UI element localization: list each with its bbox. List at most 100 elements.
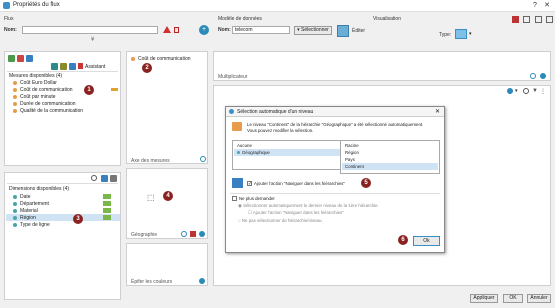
annotation-badge-5: 5 xyxy=(361,178,371,188)
geo-drop-zone[interactable]: ⬚ Géographie xyxy=(126,168,208,239)
close-button[interactable]: ✕ xyxy=(541,1,553,10)
refresh-icon[interactable] xyxy=(181,231,187,237)
dim-tool-1-icon[interactable] xyxy=(101,175,108,182)
measure-icon xyxy=(131,56,135,61)
option-no-hierarchy[interactable]: ○ Ne pas sélectionner de hiérarchie/nive… xyxy=(238,218,323,223)
list-item[interactable]: Coût de communication xyxy=(13,87,73,93)
dialog-close-button[interactable]: ✕ xyxy=(435,108,440,115)
window-title: Propriétés du flux xyxy=(13,2,60,8)
assigned-measure[interactable]: Coût de communication xyxy=(131,56,191,62)
level-list[interactable]: Racine Région Pays Continent xyxy=(340,140,440,174)
list-item[interactable]: Qualité de la communication xyxy=(13,108,83,114)
viz-delete-icon[interactable] xyxy=(512,16,519,23)
option-auto-select[interactable]: ◉ Sélectionner automatiquement le dernie… xyxy=(238,203,379,209)
hierarchy-level-icon xyxy=(232,122,242,131)
measure-tool-3-icon[interactable] xyxy=(69,63,76,70)
refresh-icon[interactable] xyxy=(523,88,529,94)
search-icon[interactable] xyxy=(91,175,97,181)
measure-tool-1-icon[interactable] xyxy=(51,63,58,70)
chevron-down-icon[interactable]: ▾ xyxy=(515,88,518,94)
list-item[interactable]: Coût par minute xyxy=(13,94,56,100)
dimension-icon xyxy=(13,222,17,227)
filter-icon[interactable]: ▼ xyxy=(532,88,538,94)
dimension-icon xyxy=(237,151,240,155)
viz-maximize-icon[interactable] xyxy=(546,16,553,23)
model-name-input[interactable]: telecom xyxy=(232,26,290,34)
dialog-app-icon xyxy=(229,109,234,114)
warning-icon xyxy=(163,26,171,33)
list-item[interactable]: Géographique xyxy=(237,150,270,155)
add-icon[interactable] xyxy=(199,231,205,237)
refresh-icon[interactable] xyxy=(530,73,536,79)
dialog-ok-button[interactable]: Ok xyxy=(413,236,440,246)
measures-header: Mesures disponibles (4) xyxy=(9,73,63,79)
viz-settings-icon[interactable] xyxy=(535,16,542,23)
remove-measure-icon[interactable] xyxy=(17,55,24,62)
ok-button[interactable]: OK xyxy=(503,294,523,303)
more-icon[interactable]: ⋮ xyxy=(540,88,546,95)
add-icon[interactable] xyxy=(199,278,205,284)
multiplier-zone[interactable]: Multiplicateur xyxy=(213,51,551,81)
lock-icon[interactable] xyxy=(174,27,179,33)
model-cube-icon[interactable] xyxy=(337,25,349,37)
chevron-down-icon[interactable]: ▾ xyxy=(469,31,472,37)
hierarchy-icon xyxy=(103,208,111,213)
no-ask-checkbox[interactable]: Ne plus demander xyxy=(232,196,275,202)
help-button[interactable]: ? xyxy=(529,1,541,10)
list-item[interactable]: Région xyxy=(345,150,359,155)
viz-type-label: Type: xyxy=(439,32,452,38)
colors-label: Épifer les couleurs xyxy=(131,279,173,285)
flux-name-input[interactable] xyxy=(22,26,158,34)
select-model-button[interactable]: ▾ Sélectionner xyxy=(294,26,332,35)
add-icon[interactable]: + xyxy=(199,25,209,35)
apply-button[interactable]: Appliquer xyxy=(470,294,498,303)
dimension-icon xyxy=(13,208,17,213)
geo-label: Géographie xyxy=(131,232,158,238)
viz-section-label: Visualisation xyxy=(373,16,401,22)
measures-axis-label: Axe des mesures xyxy=(131,158,170,164)
chart-type-icon[interactable] xyxy=(455,29,467,39)
navigate-checkbox[interactable]: ✓ Ajouter l'action "Naviguer dans les hié… xyxy=(247,181,345,187)
measure-tool-2-icon[interactable] xyxy=(60,63,67,70)
annotation-badge-6: 6 xyxy=(398,235,408,245)
list-item[interactable]: Date xyxy=(13,194,31,200)
preview-settings-icon[interactable] xyxy=(507,88,513,94)
list-item[interactable]: Continent xyxy=(345,164,364,169)
drag-cursor-icon: ⬚ xyxy=(147,193,155,202)
assigned-indicator-icon xyxy=(111,88,118,91)
dim-tool-2-icon[interactable] xyxy=(110,175,117,182)
measure-icon xyxy=(13,87,17,92)
measures-drop-zone[interactable]: Coût de communication Axe des mesures xyxy=(126,51,208,164)
add-icon[interactable] xyxy=(540,73,546,79)
list-item[interactable]: Région xyxy=(13,215,36,221)
filter-measure-icon[interactable] xyxy=(26,55,33,62)
list-item[interactable]: Département xyxy=(13,201,49,207)
navigate-action-icon xyxy=(232,178,243,188)
assistant-button[interactable]: Assistant xyxy=(85,64,105,70)
hierarchy-remove-icon[interactable] xyxy=(190,231,196,237)
list-item[interactable]: Pays xyxy=(345,157,355,162)
hierarchy-icon xyxy=(103,201,111,206)
list-item[interactable]: Type de ligne xyxy=(13,222,50,228)
list-item[interactable]: Aucune xyxy=(237,143,252,148)
annotation-badge-4: 4 xyxy=(163,191,173,201)
measure-icon xyxy=(13,80,17,85)
assistant-icon[interactable] xyxy=(78,63,83,69)
dimension-icon xyxy=(13,194,17,199)
add-measure-icon[interactable] xyxy=(8,55,15,62)
edit-model-label[interactable]: Éditer xyxy=(352,28,365,34)
dimension-icon xyxy=(13,201,17,206)
list-item[interactable]: Coût Euro Dollar xyxy=(13,80,57,86)
collapse-icon[interactable]: ¥ xyxy=(91,37,94,43)
refresh-icon[interactable] xyxy=(200,156,206,162)
list-item[interactable]: Racine xyxy=(345,143,359,148)
option-add-navigate[interactable]: ☐ Ajouter l'action "Naviguer dans les hi… xyxy=(248,210,344,216)
colors-drop-zone[interactable]: Épifer les couleurs xyxy=(126,243,208,286)
dialog-title-bar: Sélection automatique d'un niveau ✕ xyxy=(226,107,444,117)
annotation-badge-2: 2 xyxy=(142,63,152,73)
dialog-message-1: Le niveau "Continent" de la hiérarchie "… xyxy=(247,122,424,127)
cancel-button[interactable]: Annuler xyxy=(527,294,551,303)
viz-window-icon[interactable] xyxy=(523,16,530,23)
list-item[interactable]: Durée de communication xyxy=(13,101,76,107)
measure-icon xyxy=(13,108,17,113)
